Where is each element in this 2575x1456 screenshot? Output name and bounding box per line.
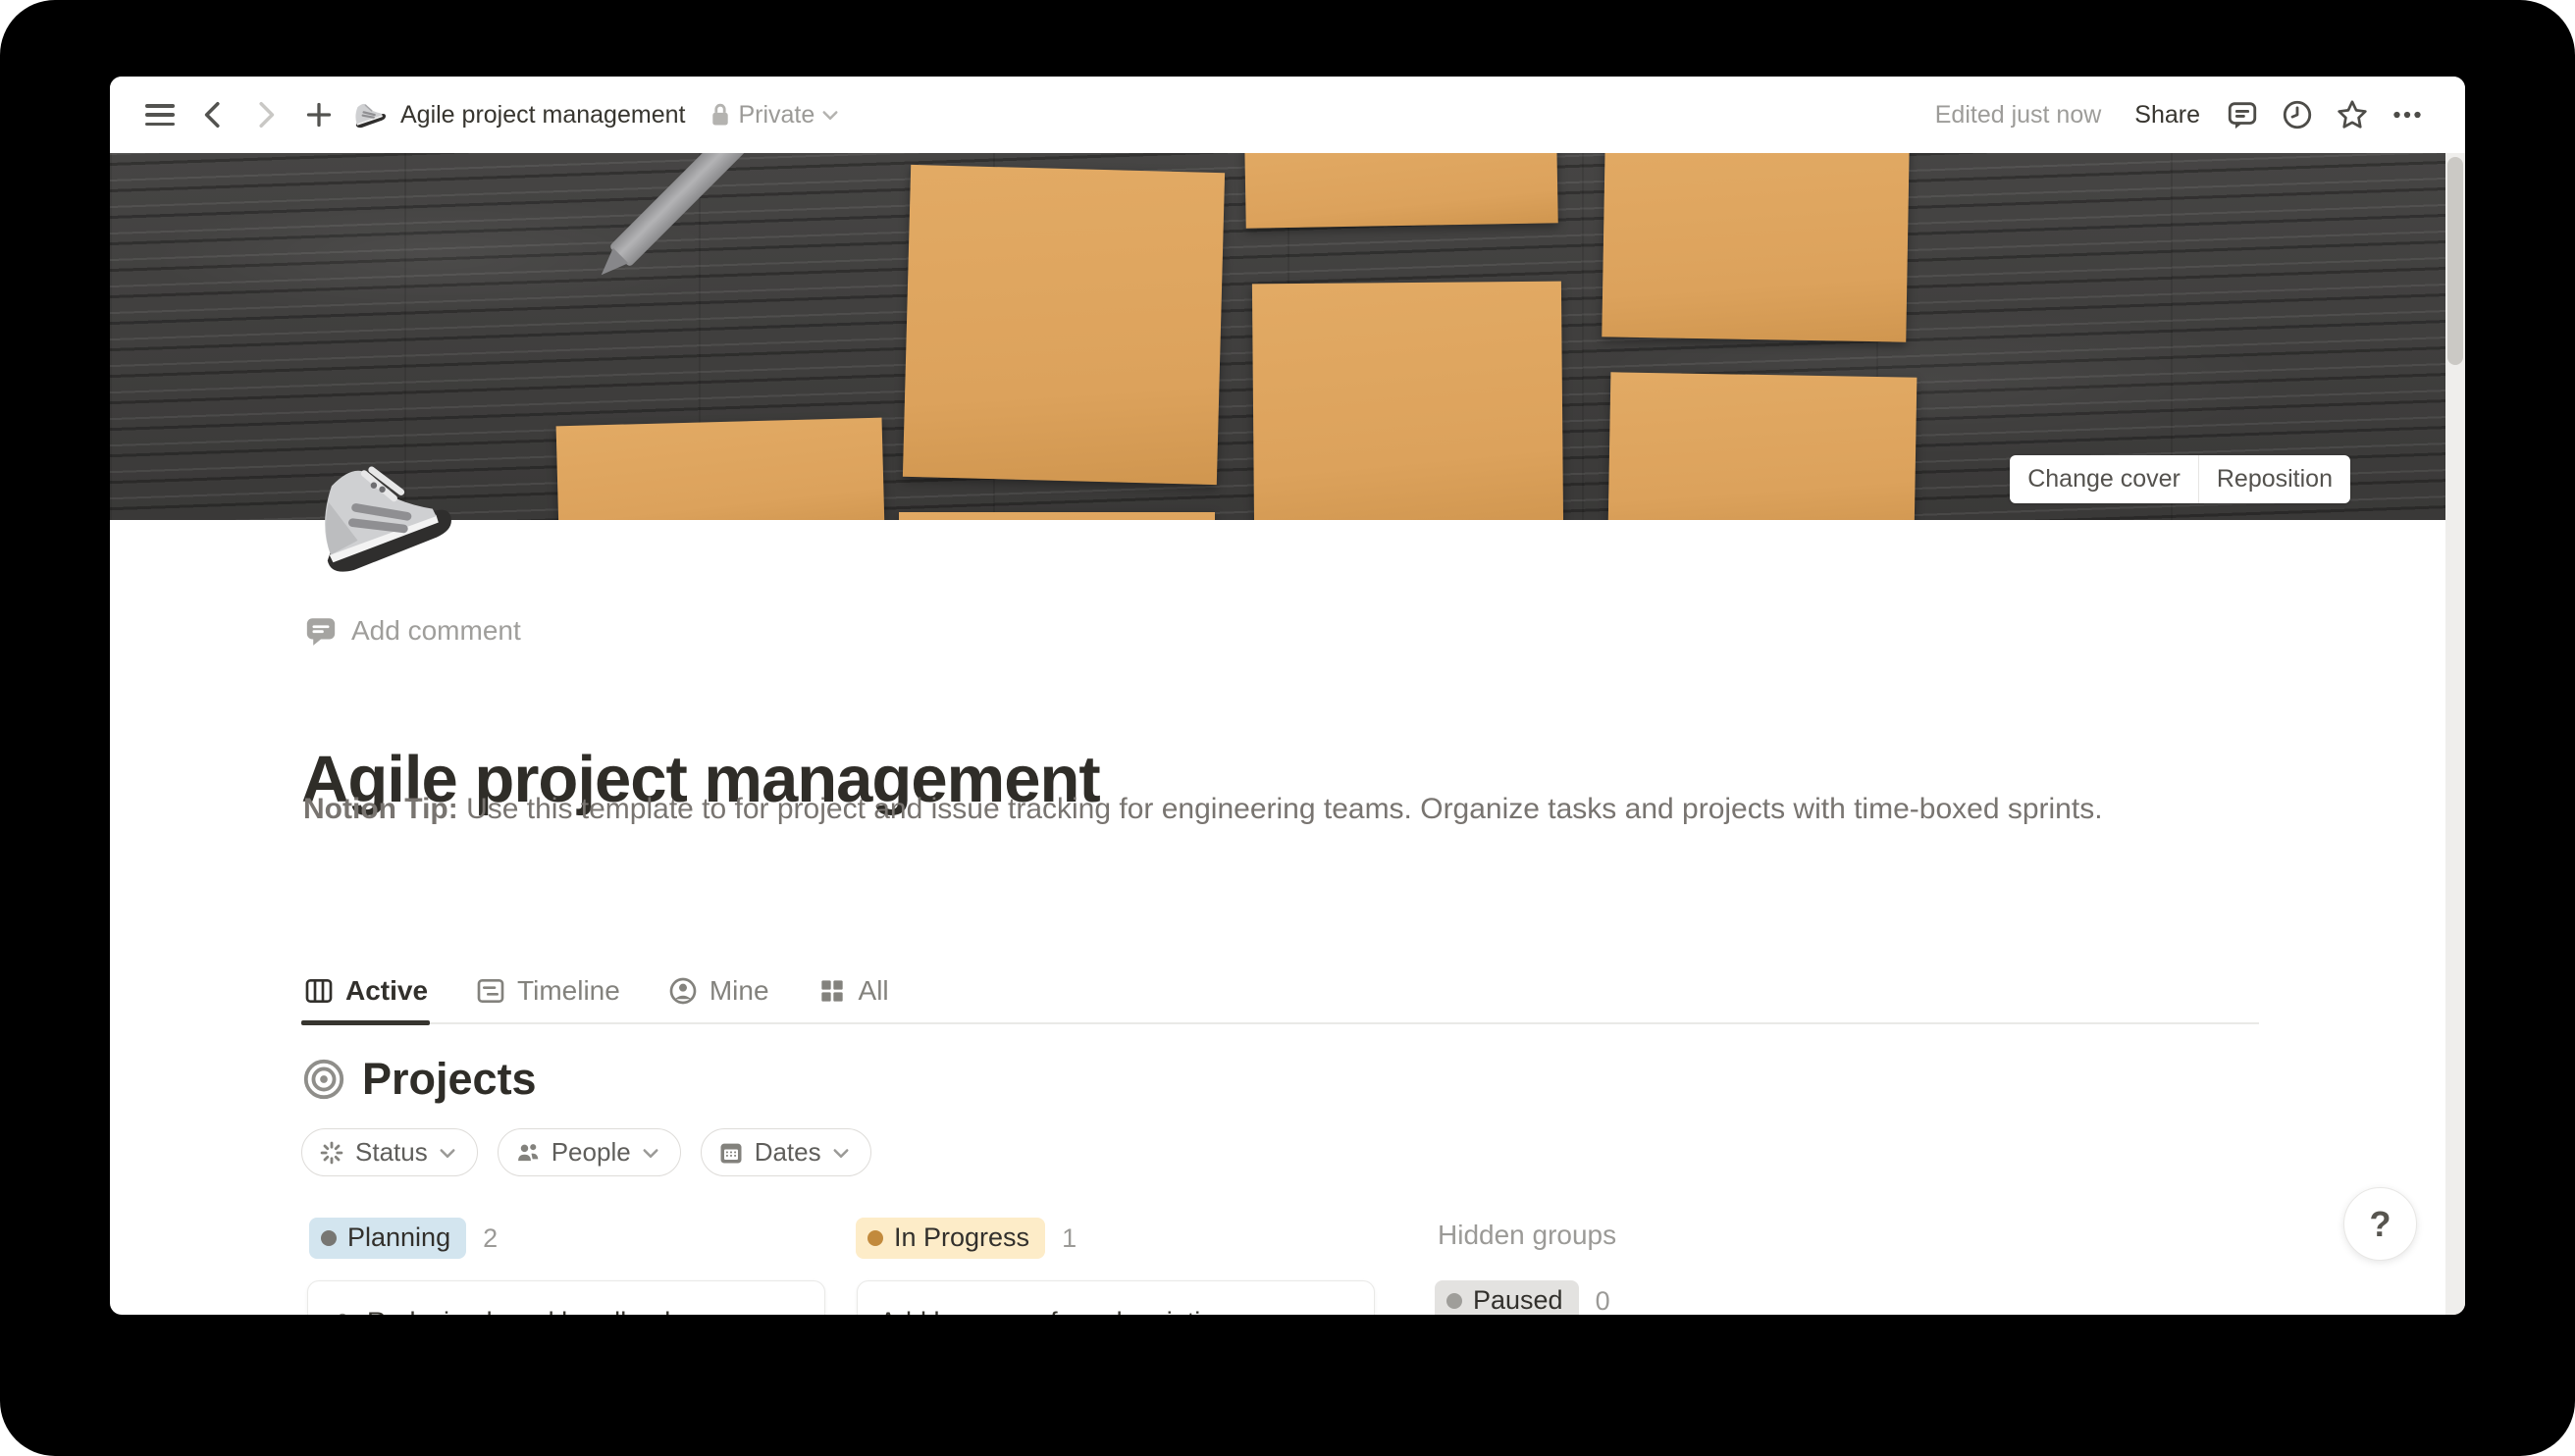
projects-section-header: Projects bbox=[301, 1054, 537, 1105]
new-page-button[interactable] bbox=[296, 92, 342, 137]
tab-all[interactable]: All bbox=[815, 967, 891, 1022]
status-badge-paused: Paused bbox=[1435, 1280, 1579, 1315]
page-sneaker-icon[interactable] bbox=[302, 438, 459, 595]
screen: Agile project management Private Edited … bbox=[0, 0, 2575, 1456]
breadcrumb-title[interactable]: Agile project management bbox=[400, 101, 685, 130]
history-button[interactable] bbox=[2275, 92, 2320, 137]
group-count: 0 bbox=[1596, 1286, 1610, 1316]
sticky-note bbox=[556, 418, 885, 520]
sticky-note bbox=[1602, 153, 1909, 342]
plus-icon bbox=[304, 100, 334, 130]
filter-status[interactable]: Status bbox=[301, 1128, 478, 1176]
group-header-in-progress[interactable]: In Progress 1 bbox=[856, 1218, 1077, 1259]
filter-bar: Status People Dates bbox=[301, 1128, 871, 1176]
person-circle-icon bbox=[667, 975, 699, 1007]
tab-label: All bbox=[859, 975, 889, 1007]
sticky-note bbox=[1252, 282, 1563, 520]
chevron-left-icon bbox=[200, 99, 226, 130]
forward-button[interactable] bbox=[243, 92, 289, 137]
scrollbar-track[interactable] bbox=[2445, 153, 2465, 1315]
calendar-icon bbox=[717, 1139, 745, 1167]
status-badge-in-progress: In Progress bbox=[856, 1218, 1045, 1259]
hamburger-icon bbox=[145, 104, 175, 126]
tab-label: Timeline bbox=[517, 975, 620, 1007]
lock-icon bbox=[709, 101, 732, 129]
board-icon bbox=[303, 975, 335, 1007]
tip-text: Use this template to for project and iss… bbox=[458, 793, 2103, 825]
tab-timeline[interactable]: Timeline bbox=[473, 967, 622, 1022]
star-icon bbox=[2335, 97, 2370, 132]
chevron-down-icon bbox=[831, 1143, 851, 1163]
group-header-paused[interactable]: Paused 0 bbox=[1435, 1280, 1610, 1315]
add-comment-label: Add comment bbox=[351, 615, 521, 647]
sidebar-toggle-button[interactable] bbox=[137, 92, 183, 137]
group-count: 1 bbox=[1062, 1223, 1077, 1254]
sticky-note bbox=[1244, 153, 1557, 229]
group-label: In Progress bbox=[894, 1222, 1029, 1253]
status-dot bbox=[867, 1230, 883, 1246]
group-label: Planning bbox=[347, 1222, 450, 1253]
ellipsis-icon bbox=[2390, 97, 2425, 132]
card-person-icon bbox=[330, 1310, 355, 1315]
filter-people[interactable]: People bbox=[498, 1128, 681, 1176]
notion-tip[interactable]: Notion Tip: Use this template to for pro… bbox=[303, 785, 2227, 833]
chevron-right-icon bbox=[253, 99, 279, 130]
comment-icon bbox=[2226, 98, 2259, 131]
project-card[interactable]: Add language for subscriptions bbox=[857, 1280, 1375, 1315]
timeline-icon bbox=[475, 975, 506, 1007]
tab-label: Mine bbox=[709, 975, 769, 1007]
more-options-button[interactable] bbox=[2385, 92, 2430, 137]
back-button[interactable] bbox=[190, 92, 236, 137]
clock-icon bbox=[2281, 98, 2314, 131]
add-comment-icon bbox=[304, 614, 338, 648]
group-count: 2 bbox=[483, 1223, 498, 1254]
reposition-button[interactable]: Reposition bbox=[2198, 455, 2350, 503]
people-icon bbox=[514, 1139, 542, 1167]
edited-status: Edited just now bbox=[1935, 101, 2102, 130]
privacy-selector[interactable]: Private bbox=[709, 101, 840, 130]
grid-icon bbox=[816, 975, 848, 1007]
top-bar: Agile project management Private Edited … bbox=[110, 77, 2465, 153]
share-button[interactable]: Share bbox=[2125, 95, 2210, 135]
group-header-planning[interactable]: Planning 2 bbox=[309, 1218, 498, 1259]
notion-window: Agile project management Private Edited … bbox=[110, 77, 2465, 1315]
sticky-note bbox=[899, 512, 1215, 520]
favorite-button[interactable] bbox=[2330, 92, 2375, 137]
target-icon bbox=[301, 1057, 346, 1102]
add-comment-button[interactable]: Add comment bbox=[304, 614, 521, 648]
page-sneaker-icon-small bbox=[349, 95, 389, 134]
tab-label: Active bbox=[345, 975, 428, 1007]
view-tabs: Active Timeline Mine All bbox=[301, 967, 2259, 1024]
comments-button[interactable] bbox=[2220, 92, 2265, 137]
tip-bold: Notion Tip: bbox=[303, 793, 458, 825]
change-cover-button[interactable]: Change cover bbox=[2010, 455, 2198, 503]
status-badge-planning: Planning bbox=[309, 1218, 466, 1259]
filter-label: Dates bbox=[755, 1137, 821, 1168]
projects-title[interactable]: Projects bbox=[362, 1054, 537, 1105]
privacy-label: Private bbox=[738, 101, 815, 130]
sticky-note bbox=[903, 165, 1225, 485]
filter-label: People bbox=[552, 1137, 631, 1168]
card-title: Redesign brand handbook bbox=[367, 1307, 678, 1315]
tab-active[interactable]: Active bbox=[301, 967, 430, 1022]
filter-dates[interactable]: Dates bbox=[701, 1128, 871, 1176]
page-cover[interactable]: Change cover Reposition bbox=[110, 153, 2445, 520]
chevron-down-icon bbox=[438, 1143, 457, 1163]
tab-mine[interactable]: Mine bbox=[665, 967, 771, 1022]
marker-pen bbox=[609, 153, 763, 267]
scrollbar-thumb[interactable] bbox=[2447, 157, 2463, 365]
status-dot bbox=[321, 1230, 337, 1246]
hidden-groups-label: Hidden groups bbox=[1438, 1220, 1616, 1251]
project-card[interactable]: Redesign brand handbook bbox=[307, 1280, 825, 1315]
card-title: Add language for subscriptions bbox=[879, 1307, 1243, 1315]
chevron-down-icon bbox=[820, 105, 840, 125]
help-button[interactable]: ? bbox=[2343, 1187, 2417, 1261]
status-spinner-icon bbox=[318, 1139, 345, 1167]
sticky-note bbox=[1608, 372, 1918, 520]
filter-label: Status bbox=[355, 1137, 428, 1168]
chevron-down-icon bbox=[641, 1143, 660, 1163]
cover-buttons: Change cover Reposition bbox=[2010, 455, 2350, 503]
status-dot bbox=[1446, 1293, 1462, 1309]
group-label: Paused bbox=[1473, 1285, 1563, 1315]
